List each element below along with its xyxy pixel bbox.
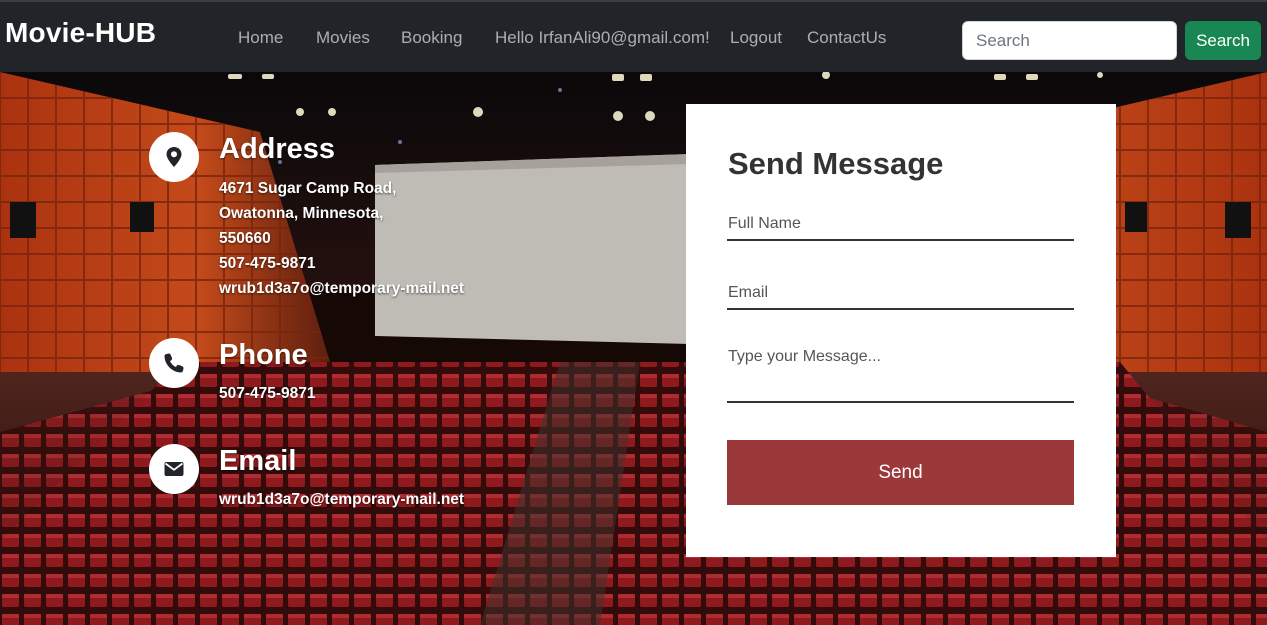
search-input[interactable]: [962, 21, 1177, 60]
address-email: wrub1d3a7o@temporary-mail.net: [219, 280, 465, 297]
nav-contactus[interactable]: ContactUs: [807, 28, 886, 48]
phone-icon: [149, 338, 199, 388]
send-message-card: Send Message Send: [686, 104, 1116, 557]
nav-logout[interactable]: Logout: [730, 28, 782, 48]
email-address: wrub1d3a7o@temporary-mail.net: [219, 491, 465, 508]
nav-booking[interactable]: Booking: [401, 28, 462, 48]
full-name-field[interactable]: [727, 208, 1074, 241]
nav-user-greeting[interactable]: Hello IrfanAli90@gmail.com!: [495, 28, 710, 48]
email-title: Email: [219, 445, 297, 477]
navbar: Movie-HUB Home Movies Booking Hello Irfa…: [0, 0, 1267, 72]
address-line: 4671 Sugar Camp Road,: [219, 180, 397, 197]
brand-logo[interactable]: Movie-HUB: [5, 17, 156, 49]
phone-number: 507-475-9871: [219, 385, 316, 402]
address-phone: 507-475-9871: [219, 255, 316, 272]
map-marker-icon: [149, 132, 199, 182]
nav-home[interactable]: Home: [238, 28, 283, 48]
message-field[interactable]: [727, 344, 1074, 403]
send-button[interactable]: Send: [727, 440, 1074, 505]
nav-movies[interactable]: Movies: [316, 28, 370, 48]
form-title: Send Message: [728, 146, 944, 181]
envelope-icon: [149, 444, 199, 494]
search-button[interactable]: Search: [1185, 21, 1261, 60]
email-field[interactable]: [727, 277, 1074, 310]
address-line: Owatonna, Minnesota,: [219, 205, 384, 222]
address-title: Address: [219, 133, 336, 165]
phone-title: Phone: [219, 339, 308, 371]
address-line: 550660: [219, 230, 271, 247]
